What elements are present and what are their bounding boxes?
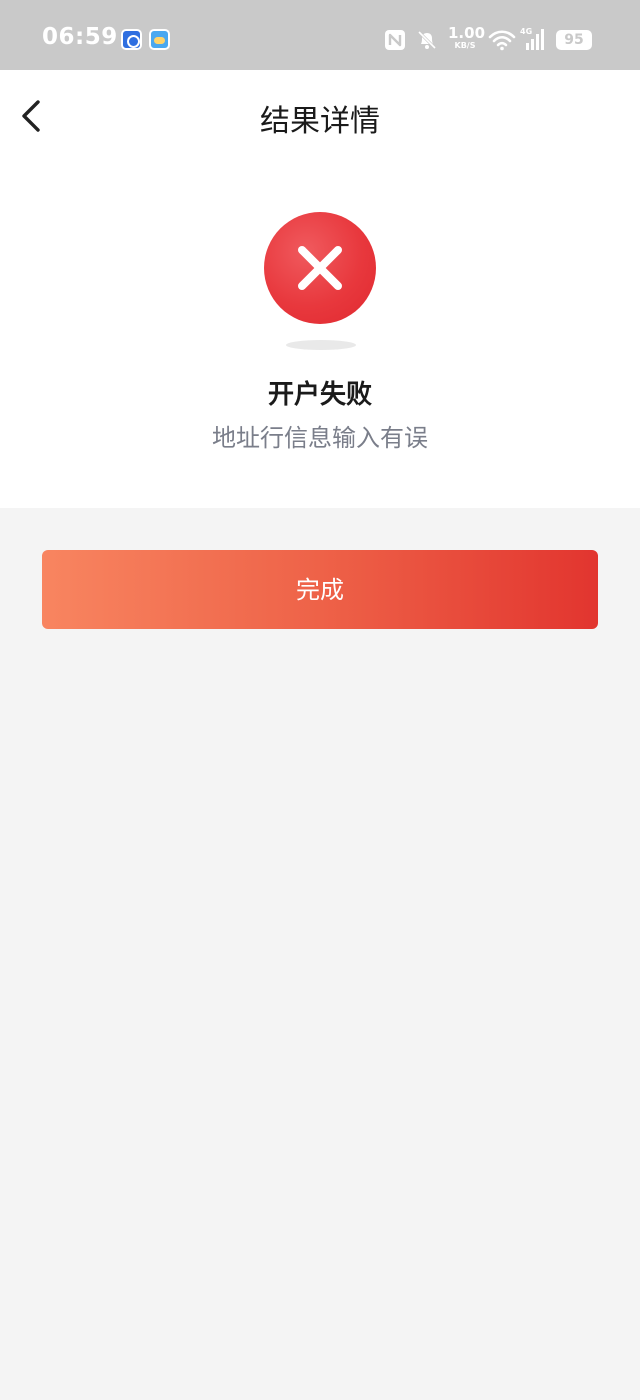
network-speed-unit: KB/S xyxy=(454,41,476,50)
network-speed: 1.00 KB/S xyxy=(448,24,486,50)
icon-shadow xyxy=(286,340,356,350)
calendar-app-icon xyxy=(121,29,142,50)
status-time: 06:59 xyxy=(42,24,118,50)
status-bar: 06:59 1.00 KB/S 4G 95 xyxy=(0,0,640,70)
weather-app-icon xyxy=(149,29,170,50)
navigation-bar: 结果详情 xyxy=(0,70,640,162)
result-message: 地址行信息输入有误 xyxy=(212,424,428,452)
cellular-signal-icon: 4G xyxy=(520,27,546,51)
done-button[interactable]: 完成 xyxy=(42,550,598,629)
error-x-icon xyxy=(264,212,376,324)
close-icon xyxy=(298,246,342,290)
wifi-icon xyxy=(488,30,516,51)
result-panel: 开户失败 地址行信息输入有误 xyxy=(0,162,640,508)
mute-bell-icon xyxy=(417,30,437,50)
network-speed-value: 1.00 xyxy=(448,24,486,42)
nfc-icon xyxy=(385,30,405,50)
battery-indicator: 95 xyxy=(556,30,592,50)
signal-bars-icon xyxy=(526,29,544,50)
page-title: 结果详情 xyxy=(260,104,380,139)
result-title: 开户失败 xyxy=(267,380,372,410)
